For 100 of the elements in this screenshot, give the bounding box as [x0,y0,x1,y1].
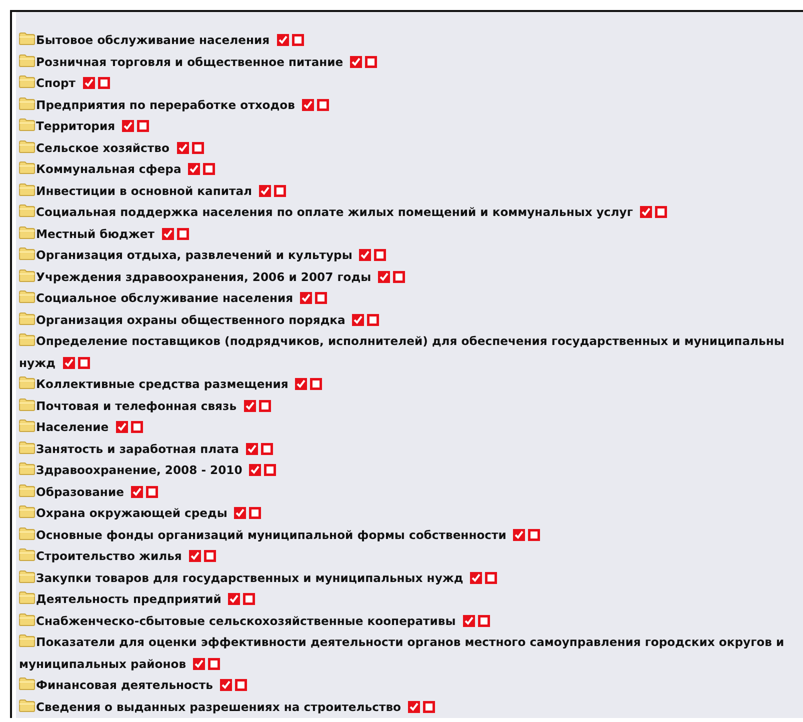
checked-box-icon[interactable] [122,120,134,132]
empty-box-icon[interactable] [78,356,90,368]
checked-box-icon[interactable] [350,56,362,68]
category-link[interactable]: муниципальных районов [19,656,186,670]
category-link[interactable]: Основные фонды организаций муниципальной формы собственности [36,528,506,542]
category-link[interactable]: Розничная торговля и общественное питание [36,54,344,68]
folder-icon [19,526,35,540]
category-link[interactable]: Социальное обслуживание населения [36,291,294,305]
checked-box-icon[interactable] [352,314,364,326]
checked-box-icon[interactable] [246,442,258,454]
category-link[interactable]: Инвестиции в основной капитал [36,184,252,198]
checked-box-icon[interactable] [378,270,390,282]
checked-box-icon[interactable] [259,184,272,196]
empty-box-icon[interactable] [317,98,329,110]
category-link[interactable]: Здравоохранение, 2008 - 2010 [36,463,242,477]
category-link[interactable]: Спорт [36,76,76,90]
category-link[interactable]: Организация отдыха, развлечений и культуры [36,248,352,262]
category-link[interactable]: Бытовое обслуживание населения [36,33,270,47]
checked-box-icon[interactable] [176,142,188,154]
category-link[interactable]: Население [36,420,109,434]
folder-icon [19,440,35,454]
empty-box-icon[interactable] [137,120,150,132]
empty-box-icon[interactable] [274,184,286,196]
folder-icon [19,161,35,174]
empty-box-icon[interactable] [367,314,380,326]
folder-icon [19,118,35,131]
folder-icon [19,677,35,690]
category-link[interactable]: Финансовая деятельность [36,678,213,692]
category-link[interactable]: Сельское хозяйство [36,140,170,154]
empty-box-icon[interactable] [423,700,436,712]
checked-box-icon[interactable] [188,550,201,562]
checked-box-icon[interactable] [470,572,482,584]
checked-box-icon[interactable] [244,400,256,412]
checked-box-icon[interactable] [359,249,372,261]
category-link[interactable]: Местный бюджет [36,226,154,240]
checked-box-icon[interactable] [116,421,128,433]
category-link[interactable]: Организация охраны общественного порядка [36,312,346,326]
category-link[interactable]: Показатели для оценки эффективности деятельности органов местного самоуправления городских округов и [36,635,784,649]
checked-box-icon[interactable] [513,528,526,540]
category-link[interactable]: Образование [36,484,124,498]
empty-box-icon[interactable] [310,378,322,390]
checked-box-icon[interactable] [295,378,308,390]
empty-box-icon[interactable] [315,292,328,304]
category-link[interactable]: Коммунальная сфера [36,162,182,176]
checked-box-icon[interactable] [188,163,200,175]
category-link[interactable]: Деятельность предприятий [36,592,222,606]
empty-box-icon[interactable] [204,550,216,562]
folder-icon [19,75,35,88]
category-link[interactable]: Предприятия по переработке отходов [36,98,295,112]
empty-box-icon[interactable] [98,77,110,89]
category-link[interactable]: Социальная поддержка населения по оплате жилых помещений и коммунальных услуг [36,205,633,219]
empty-box-icon[interactable] [485,572,498,584]
checked-box-icon[interactable] [276,34,289,46]
category-link[interactable]: Территория [36,119,116,133]
checked-box-icon[interactable] [300,292,312,304]
checked-box-icon[interactable] [640,206,652,218]
checked-box-icon[interactable] [234,507,246,519]
folder-icon [19,484,35,496]
checked-box-icon[interactable] [462,614,475,626]
empty-box-icon[interactable] [243,593,256,605]
empty-box-icon[interactable] [258,400,271,412]
checked-box-icon[interactable] [228,593,240,605]
empty-box-icon[interactable] [203,163,216,175]
empty-box-icon[interactable] [393,270,406,282]
empty-box-icon[interactable] [365,56,378,68]
category-link[interactable]: Сведения о выданных разрешениях на строительство [36,700,402,714]
checked-box-icon[interactable] [82,77,95,89]
empty-box-icon[interactable] [654,206,667,218]
checked-box-icon[interactable] [220,679,232,691]
empty-box-icon[interactable] [130,421,143,433]
category-link[interactable]: Строительство жилья [36,549,182,563]
category-link[interactable]: нужд [19,356,56,370]
empty-box-icon[interactable] [208,658,220,670]
checked-box-icon[interactable] [162,228,174,240]
empty-box-icon[interactable] [249,507,262,519]
category-link[interactable]: Охрана окружающей среды [36,506,228,520]
empty-box-icon[interactable] [528,528,540,540]
category-link[interactable]: Определение поставщиков (подрядчиков, исполнителей) для обеспечения государственных и муниципальны [36,334,784,348]
empty-box-icon[interactable] [234,679,247,691]
empty-box-icon[interactable] [264,464,276,476]
category-link[interactable]: Учреждения здравоохранения, 2006 и 2007 годы [36,270,372,284]
empty-box-icon[interactable] [146,486,158,498]
category-link[interactable]: Закупки товаров для государственных и муниципальных нужд [36,570,464,584]
checked-box-icon[interactable] [130,486,143,498]
category-link[interactable]: Почтовая и телефонная связь [36,398,237,412]
checked-box-icon[interactable] [193,658,206,670]
checked-box-icon[interactable] [302,98,314,110]
empty-box-icon[interactable] [192,142,204,154]
checked-box-icon[interactable] [408,700,420,712]
empty-box-icon[interactable] [374,249,386,261]
checked-box-icon[interactable] [62,356,75,368]
empty-box-icon[interactable] [292,34,304,46]
folder-icon [19,96,35,110]
checked-box-icon[interactable] [249,464,262,476]
category-link[interactable]: Снабженческо-сбытовые сельскохозяйственные кооперативы [36,614,456,628]
empty-box-icon[interactable] [176,228,189,240]
empty-box-icon[interactable] [478,614,490,626]
category-link[interactable]: Коллективные средства размещения [36,377,288,391]
empty-box-icon[interactable] [261,442,274,454]
category-link[interactable]: Занятость и заработная плата [36,442,239,456]
